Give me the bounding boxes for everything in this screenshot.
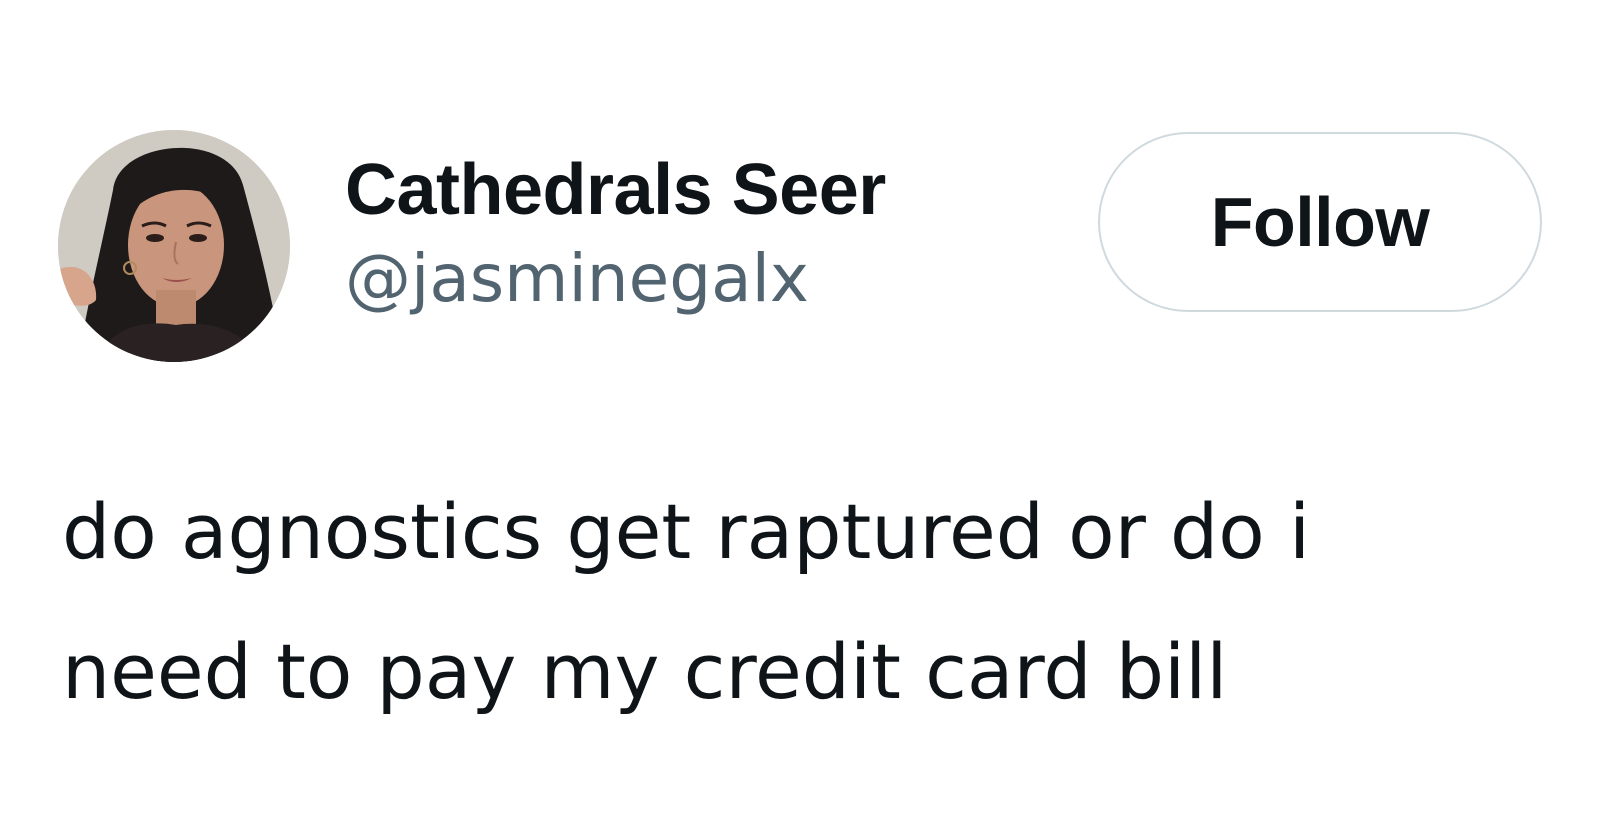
avatar[interactable] xyxy=(58,130,290,362)
author-identity: Cathedrals Seer @jasminegalx xyxy=(345,145,886,323)
profile-photo-icon xyxy=(58,130,290,362)
display-name[interactable]: Cathedrals Seer xyxy=(345,145,886,235)
tweet-text-line: do agnostics get raptured or do i xyxy=(62,487,1311,576)
tweet-card: Cathedrals Seer @jasminegalx Follow do a… xyxy=(0,0,1600,816)
tweet-text-line: need to pay my credit card bill xyxy=(62,627,1228,716)
user-handle[interactable]: @jasminegalx xyxy=(345,235,886,323)
follow-button-label: Follow xyxy=(1210,183,1430,261)
follow-button[interactable]: Follow xyxy=(1098,132,1542,312)
tweet-text: do agnostics get raptured or do i need t… xyxy=(62,462,1542,742)
